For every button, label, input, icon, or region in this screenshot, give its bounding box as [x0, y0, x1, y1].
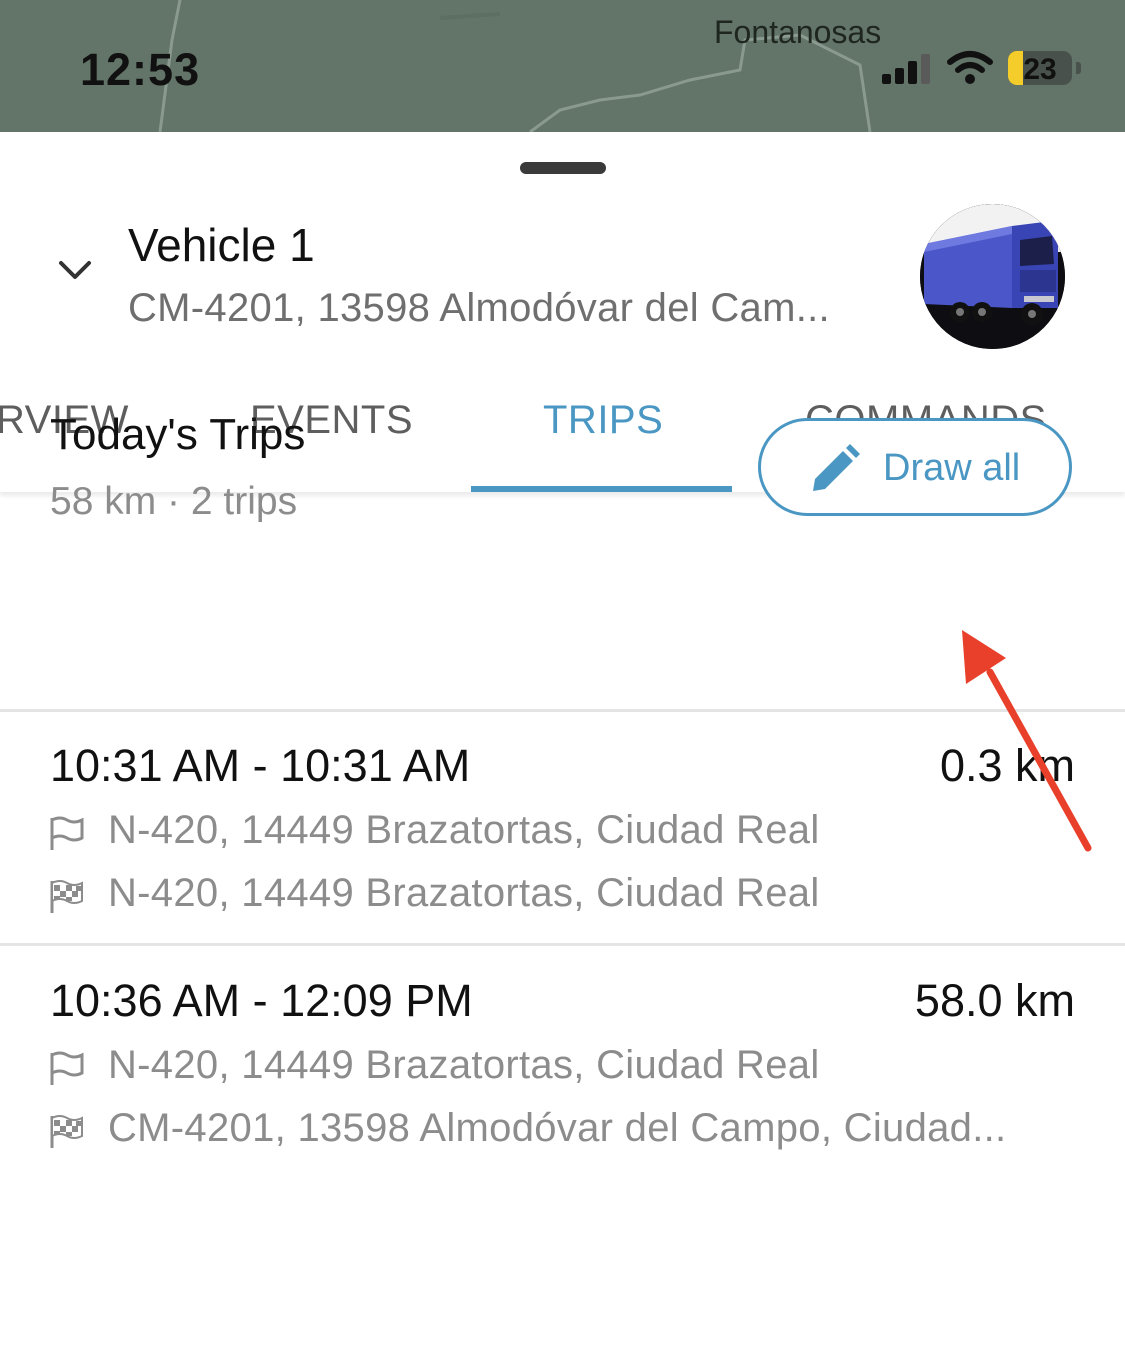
vehicle-name: Vehicle 1 — [128, 219, 315, 271]
vehicle-address: CM-4201, 13598 Almodóvar del Cam... — [128, 286, 830, 330]
sheet-drag-handle[interactable] — [520, 162, 606, 174]
status-time: 12:53 — [80, 44, 201, 95]
wifi-icon — [947, 51, 993, 84]
chevron-down-icon[interactable] — [58, 260, 92, 282]
checkered-flag-icon — [50, 1115, 83, 1148]
summary-subtitle: 58 km · 2 trips — [50, 480, 298, 523]
battery-level-text: 23 — [1023, 53, 1057, 85]
map-place-label: Fontanosas — [714, 14, 882, 50]
checkered-flag-icon — [50, 880, 83, 913]
trip-distance: 0.3 km — [939, 740, 1075, 791]
cellular-signal-icon — [882, 54, 930, 84]
trip-row[interactable]: 10:31 AM - 10:31 AM 0.3 km N-420, 14449 … — [0, 712, 1125, 942]
trip-distance: 58.0 km — [914, 975, 1075, 1026]
map-background[interactable]: Fontanosas 12:53 23 — [0, 0, 1125, 132]
draw-all-button[interactable]: Draw all — [758, 418, 1072, 516]
divider — [0, 943, 1125, 946]
flag-outline-icon — [50, 1051, 84, 1085]
trip-end-location: N-420, 14449 Brazatortas, Ciudad Real — [108, 871, 820, 915]
battery-tip — [1076, 62, 1081, 74]
trip-time-range: 10:36 AM - 12:09 PM — [50, 975, 473, 1026]
trip-start-location: N-420, 14449 Brazatortas, Ciudad Real — [108, 808, 820, 852]
draw-all-label: Draw all — [883, 447, 1021, 489]
flag-outline-icon — [50, 816, 84, 850]
tab-trips[interactable]: TRIPS — [543, 398, 663, 443]
vehicle-avatar[interactable] — [920, 204, 1065, 349]
trip-end-location: CM-4201, 13598 Almodóvar del Campo, Ciud… — [108, 1106, 1007, 1150]
battery-indicator: 23 — [1008, 51, 1072, 85]
summary-title: Today's Trips — [50, 410, 306, 459]
trip-row[interactable]: 10:36 AM - 12:09 PM 58.0 km N-420, 14449… — [0, 947, 1125, 1177]
trip-time-range: 10:31 AM - 10:31 AM — [50, 740, 471, 791]
active-tab-indicator — [471, 486, 732, 492]
trip-start-location: N-420, 14449 Brazatortas, Ciudad Real — [108, 1043, 820, 1087]
pencil-icon — [813, 444, 860, 491]
truck-image — [920, 204, 1065, 349]
